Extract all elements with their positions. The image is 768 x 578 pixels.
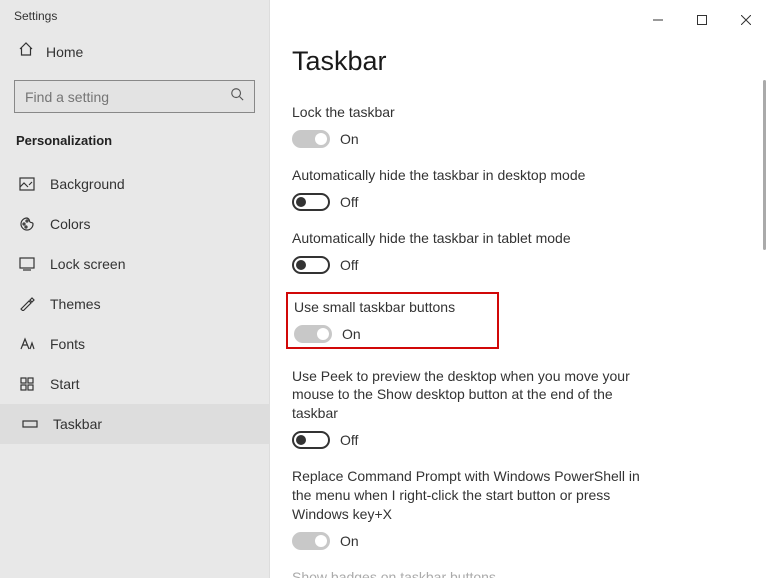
setting-lock-taskbar: Lock the taskbar On [292, 103, 652, 148]
setting-autohide-tablet: Automatically hide the taskbar in tablet… [292, 229, 652, 274]
sidebar-item-label: Taskbar [53, 416, 102, 432]
toggle-state-label: Off [340, 257, 358, 273]
main-panel: Taskbar Lock the taskbar On Automaticall… [270, 0, 768, 578]
toggle-lock-taskbar[interactable] [292, 130, 330, 148]
window-title: Settings [0, 0, 269, 23]
maximize-button[interactable] [680, 6, 724, 34]
sidebar-item-label: Start [50, 376, 80, 392]
setting-label: Automatically hide the taskbar in deskto… [292, 166, 652, 185]
nav-home[interactable]: Home [0, 23, 269, 72]
sidebar: Settings Home Personalization Background… [0, 0, 270, 578]
setting-small-buttons: Use small taskbar buttons On [286, 292, 499, 349]
toggle-state-label: On [340, 131, 359, 147]
sidebar-item-start[interactable]: Start [0, 364, 269, 404]
setting-peek: Use Peek to preview the desktop when you… [292, 367, 652, 450]
setting-label: Lock the taskbar [292, 103, 652, 122]
setting-label: Automatically hide the taskbar in tablet… [292, 229, 652, 248]
home-icon [18, 41, 34, 62]
setting-label: Show badges on taskbar buttons [292, 568, 652, 578]
toggle-powershell[interactable] [292, 532, 330, 550]
toggle-small-buttons[interactable] [294, 325, 332, 343]
setting-badges: Show badges on taskbar buttons Off [292, 568, 652, 578]
sidebar-item-taskbar[interactable]: Taskbar [0, 404, 269, 444]
sidebar-item-label: Fonts [50, 336, 85, 352]
setting-powershell: Replace Command Prompt with Windows Powe… [292, 467, 652, 550]
background-icon [18, 177, 36, 191]
sidebar-item-label: Background [50, 176, 125, 192]
taskbar-icon [21, 418, 39, 430]
toggle-peek[interactable] [292, 431, 330, 449]
toggle-autohide-tablet[interactable] [292, 256, 330, 274]
nav-list: Background Colors Lock screen Themes Fon… [0, 164, 269, 444]
close-button[interactable] [724, 6, 768, 34]
setting-label: Use Peek to preview the desktop when you… [292, 367, 652, 424]
setting-label: Use small taskbar buttons [294, 298, 455, 317]
toggle-autohide-desktop[interactable] [292, 193, 330, 211]
search-input[interactable] [25, 89, 222, 105]
page-title: Taskbar [292, 46, 744, 77]
fonts-icon [18, 337, 36, 351]
toggle-state-label: Off [340, 432, 358, 448]
start-icon [18, 377, 36, 391]
lockscreen-icon [18, 257, 36, 271]
scrollbar[interactable] [763, 80, 766, 250]
sidebar-item-background[interactable]: Background [0, 164, 269, 204]
toggle-state-label: On [342, 326, 361, 342]
sidebar-item-colors[interactable]: Colors [0, 204, 269, 244]
sidebar-item-label: Colors [50, 216, 90, 232]
titlebar-controls [636, 6, 768, 34]
search-icon [230, 87, 244, 106]
toggle-state-label: Off [340, 194, 358, 210]
sidebar-item-label: Lock screen [50, 256, 125, 272]
minimize-button[interactable] [636, 6, 680, 34]
nav-home-label: Home [46, 44, 83, 60]
toggle-state-label: On [340, 533, 359, 549]
colors-icon [18, 216, 36, 232]
themes-icon [18, 297, 36, 311]
setting-label: Replace Command Prompt with Windows Powe… [292, 467, 652, 524]
sidebar-item-label: Themes [50, 296, 101, 312]
sidebar-item-themes[interactable]: Themes [0, 284, 269, 324]
nav-category: Personalization [0, 113, 269, 158]
sidebar-item-fonts[interactable]: Fonts [0, 324, 269, 364]
search-input-wrapper[interactable] [14, 80, 255, 113]
sidebar-item-lockscreen[interactable]: Lock screen [0, 244, 269, 284]
setting-autohide-desktop: Automatically hide the taskbar in deskto… [292, 166, 652, 211]
